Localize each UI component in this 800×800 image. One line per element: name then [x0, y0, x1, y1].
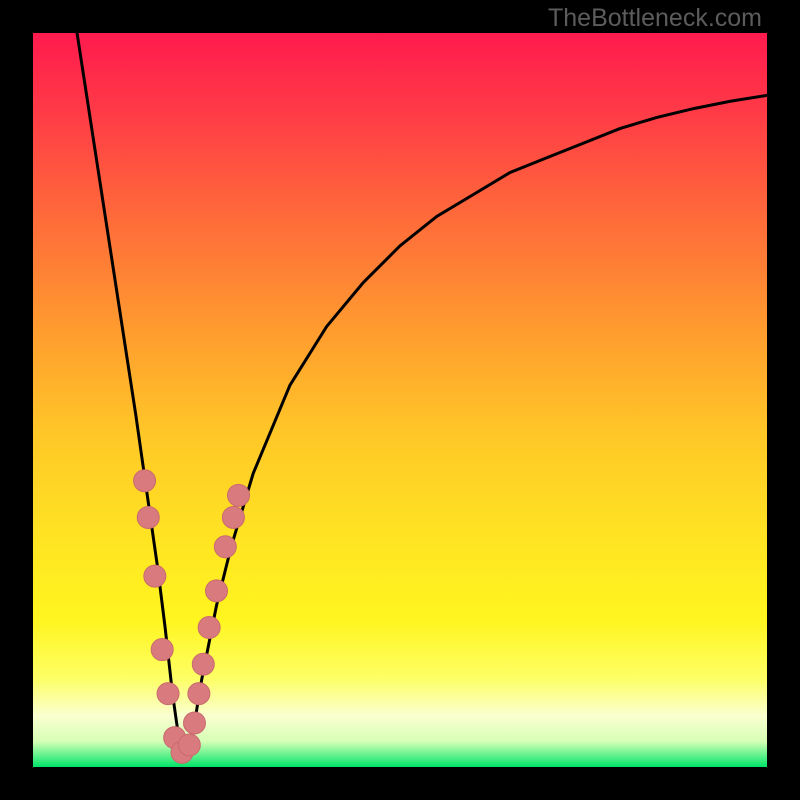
highlight-marker	[157, 683, 179, 705]
highlight-marker	[183, 712, 205, 734]
highlight-marker	[151, 639, 173, 661]
highlight-marker	[198, 617, 220, 639]
bottleneck-chart	[33, 33, 767, 767]
frame-border: TheBottleneck.com	[0, 0, 800, 800]
highlight-marker	[228, 484, 250, 506]
highlight-marker	[188, 683, 210, 705]
highlight-marker	[214, 536, 236, 558]
highlight-marker	[222, 506, 244, 528]
highlight-marker	[134, 470, 156, 492]
highlight-marker	[137, 506, 159, 528]
highlight-marker	[178, 734, 200, 756]
watermark-text: TheBottleneck.com	[548, 4, 762, 33]
highlight-marker	[144, 565, 166, 587]
highlight-marker	[206, 580, 228, 602]
highlight-marker	[192, 653, 214, 675]
gradient-background	[33, 33, 767, 767]
plot-area	[33, 33, 767, 767]
